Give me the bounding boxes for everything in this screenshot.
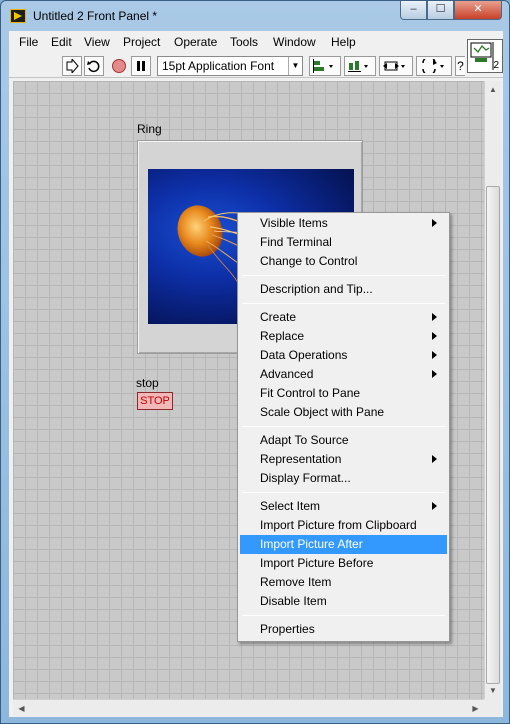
menu-item-select-item[interactable]: Select Item xyxy=(240,497,447,516)
connector-pane-icon[interactable]: 2 xyxy=(467,39,503,73)
menu-item-label: Import Picture Before xyxy=(260,556,374,570)
labview-front-panel-window: Untitled 2 Front Panel * – ☐ ✕ File Edit… xyxy=(0,0,510,724)
labview-app-icon[interactable] xyxy=(10,9,26,23)
menu-item-fit-control-to-pane[interactable]: Fit Control to Pane xyxy=(240,384,447,403)
menu-item-label: Display Format... xyxy=(260,471,351,485)
submenu-arrow-icon xyxy=(432,370,437,378)
menu-project[interactable]: Project xyxy=(123,35,160,49)
menu-item-label: Disable Item xyxy=(260,594,327,608)
title-bar[interactable]: Untitled 2 Front Panel * – ☐ ✕ xyxy=(1,1,509,31)
menu-help[interactable]: Help xyxy=(331,35,356,49)
resize-grip[interactable] xyxy=(484,699,501,716)
menu-item-import-picture-from-clipboard[interactable]: Import Picture from Clipboard xyxy=(240,516,447,535)
menu-item-advanced[interactable]: Advanced xyxy=(240,365,447,384)
menu-tools[interactable]: Tools xyxy=(230,35,258,49)
menu-item-import-picture-before[interactable]: Import Picture Before xyxy=(240,554,447,573)
vertical-scroll-thumb[interactable] xyxy=(486,186,500,684)
menu-item-label: Representation xyxy=(260,452,342,466)
submenu-arrow-icon xyxy=(432,351,437,359)
maximize-button[interactable]: ☐ xyxy=(427,1,454,20)
menu-operate[interactable]: Operate xyxy=(174,35,217,49)
submenu-arrow-icon xyxy=(432,219,437,227)
menu-item-label: Select Item xyxy=(260,499,321,513)
menu-item-label: Properties xyxy=(260,622,315,636)
window-title: Untitled 2 Front Panel * xyxy=(33,9,158,23)
menu-item-adapt-to-source[interactable]: Adapt To Source xyxy=(240,431,447,450)
menu-separator xyxy=(242,615,445,616)
menu-item-import-picture-after[interactable]: Import Picture After xyxy=(240,535,447,554)
menu-item-label: Description and Tip... xyxy=(260,282,373,296)
ring-label[interactable]: Ring xyxy=(137,122,162,136)
chevron-down-icon: ▼ xyxy=(288,57,302,75)
menu-item-label: Fit Control to Pane xyxy=(260,386,361,400)
run-continuously-icon[interactable] xyxy=(84,56,104,76)
distribute-objects-icon[interactable] xyxy=(344,56,376,76)
menu-item-label: Find Terminal xyxy=(260,235,332,249)
menu-item-properties[interactable]: Properties xyxy=(240,620,447,639)
menu-item-display-format[interactable]: Display Format... xyxy=(240,469,447,488)
context-menu: Visible Items Find Terminal Change to Co… xyxy=(237,212,450,642)
menu-item-label: Create xyxy=(260,310,297,324)
connector-pane-number: 2 xyxy=(493,60,499,71)
menu-bar: File Edit View Project Operate Tools Win… xyxy=(9,31,503,53)
menu-item-remove-item[interactable]: Remove Item xyxy=(240,573,447,592)
vertical-scrollbar[interactable]: ▲ ▼ xyxy=(484,81,501,699)
horizontal-scrollbar[interactable]: ◀ ▶ xyxy=(13,699,484,716)
menu-item-replace[interactable]: Replace xyxy=(240,327,447,346)
abort-execution-icon[interactable] xyxy=(109,56,129,76)
help-icon[interactable]: ? xyxy=(455,56,465,76)
scroll-right-icon[interactable]: ▶ xyxy=(467,700,484,717)
menu-separator xyxy=(242,426,445,427)
menu-separator xyxy=(242,492,445,493)
font-select[interactable]: 15pt Application Font ▼ xyxy=(157,56,303,76)
menu-item-label: Adapt To Source xyxy=(260,433,349,447)
toolbar: 15pt Application Font ▼ ? xyxy=(9,53,503,78)
font-select-value: 15pt Application Font xyxy=(162,59,275,73)
align-objects-icon[interactable] xyxy=(309,56,341,76)
menu-item-label: Change to Control xyxy=(260,254,358,268)
stop-button[interactable]: STOP xyxy=(137,392,173,410)
run-arrow-icon[interactable] xyxy=(62,56,82,76)
menu-separator xyxy=(242,275,445,276)
submenu-arrow-icon xyxy=(432,313,437,321)
menu-edit[interactable]: Edit xyxy=(51,35,72,49)
menu-view[interactable]: View xyxy=(84,35,110,49)
resize-objects-icon[interactable] xyxy=(379,56,413,76)
menu-item-label: Advanced xyxy=(260,367,314,381)
scroll-up-icon[interactable]: ▲ xyxy=(485,81,501,98)
menu-item-find-terminal[interactable]: Find Terminal xyxy=(240,233,447,252)
submenu-arrow-icon xyxy=(432,502,437,510)
menu-item-label: Replace xyxy=(260,329,305,343)
menu-item-label: Import Picture from Clipboard xyxy=(260,518,417,532)
menu-separator xyxy=(242,303,445,304)
close-button[interactable]: ✕ xyxy=(454,1,502,20)
reorder-icon[interactable] xyxy=(416,56,452,76)
menu-item-create[interactable]: Create xyxy=(240,308,447,327)
menu-item-data-operations[interactable]: Data Operations xyxy=(240,346,447,365)
scroll-left-icon[interactable]: ◀ xyxy=(13,700,30,717)
menu-item-disable-item[interactable]: Disable Item xyxy=(240,592,447,611)
menu-item-change-to-control[interactable]: Change to Control xyxy=(240,252,447,271)
menu-item-description-and-tip[interactable]: Description and Tip... xyxy=(240,280,447,299)
menu-item-label: Data Operations xyxy=(260,348,348,362)
menu-file[interactable]: File xyxy=(19,35,38,49)
menu-item-visible-items[interactable]: Visible Items xyxy=(240,214,447,233)
stop-label[interactable]: stop xyxy=(136,376,159,390)
menu-item-label: Remove Item xyxy=(260,575,332,589)
menu-item-representation[interactable]: Representation xyxy=(240,450,447,469)
pause-icon[interactable] xyxy=(131,56,151,76)
submenu-arrow-icon xyxy=(432,332,437,340)
submenu-arrow-icon xyxy=(432,455,437,463)
menu-window[interactable]: Window xyxy=(273,35,316,49)
menu-item-label: Scale Object with Pane xyxy=(260,405,385,419)
menu-item-label: Import Picture After xyxy=(260,537,363,551)
scroll-down-icon[interactable]: ▼ xyxy=(485,682,501,699)
minimize-button[interactable]: – xyxy=(400,1,427,20)
menu-item-scale-object-with-pane[interactable]: Scale Object with Pane xyxy=(240,403,447,422)
menu-item-label: Visible Items xyxy=(260,216,328,230)
